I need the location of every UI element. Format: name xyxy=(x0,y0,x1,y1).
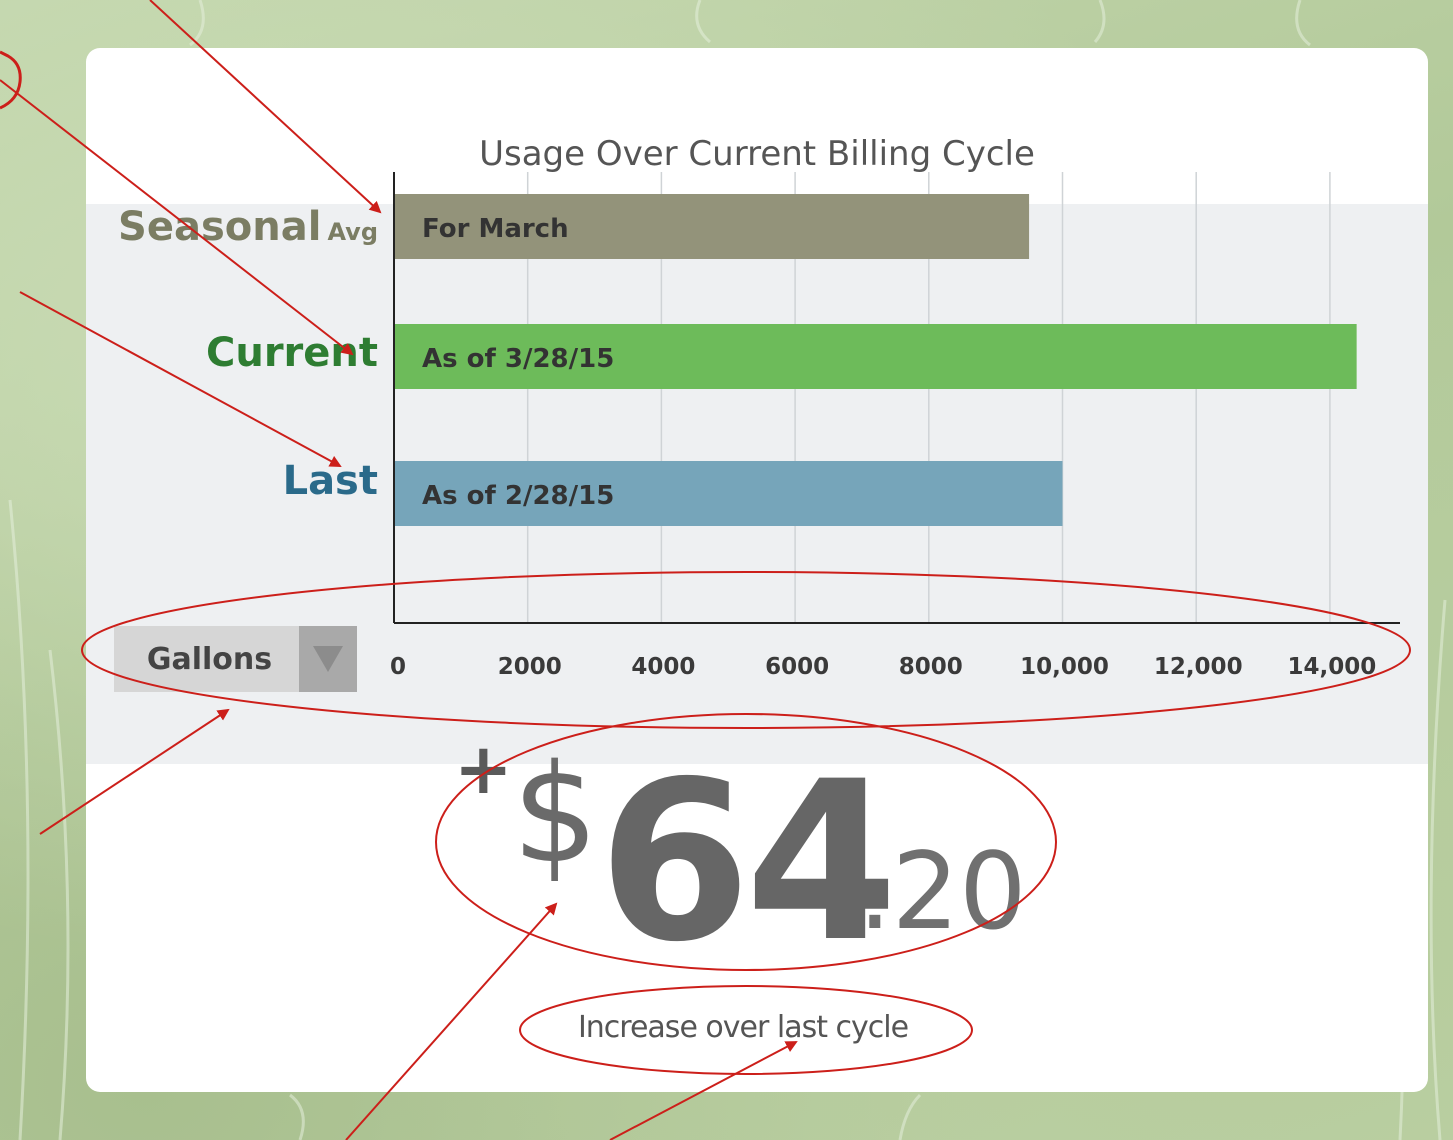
cost-difference: + $ 64 .20 xyxy=(440,728,1080,990)
price-integer: 64 xyxy=(598,734,898,990)
price-sign: + xyxy=(454,728,513,810)
chevron-down-icon[interactable] xyxy=(299,626,357,692)
row-label: Seasonal Avg xyxy=(118,204,378,250)
row-label-main: Current xyxy=(206,330,378,376)
price-currency: $ xyxy=(512,736,599,894)
x-tick-label: 12,000 xyxy=(1154,654,1243,680)
row-label: Current xyxy=(206,330,378,376)
bar-data-label: For March xyxy=(422,214,569,244)
x-tick-label: 10,000 xyxy=(1020,654,1109,680)
x-tick-label: 8000 xyxy=(899,654,963,680)
row-label-sub: Avg xyxy=(327,218,378,246)
x-tick-label: 0 xyxy=(390,654,406,680)
price-decimal: .20 xyxy=(858,830,1027,953)
unit-dropdown-value: Gallons xyxy=(146,641,273,677)
x-tick-label: 2000 xyxy=(498,654,562,680)
x-tick-label: 4000 xyxy=(631,654,695,680)
bar-data-label: As of 2/28/15 xyxy=(422,481,614,511)
bar-data-label: As of 3/28/15 xyxy=(422,344,614,374)
row-label: Last xyxy=(283,458,378,504)
cost-caption: Increase over last cycle xyxy=(577,1010,909,1045)
x-tick-label: 14,000 xyxy=(1288,654,1377,680)
x-tick-label: 6000 xyxy=(765,654,829,680)
row-label-main: Last xyxy=(283,458,378,504)
row-label-main: Seasonal xyxy=(118,204,321,250)
unit-dropdown[interactable]: Gallons xyxy=(114,626,357,692)
